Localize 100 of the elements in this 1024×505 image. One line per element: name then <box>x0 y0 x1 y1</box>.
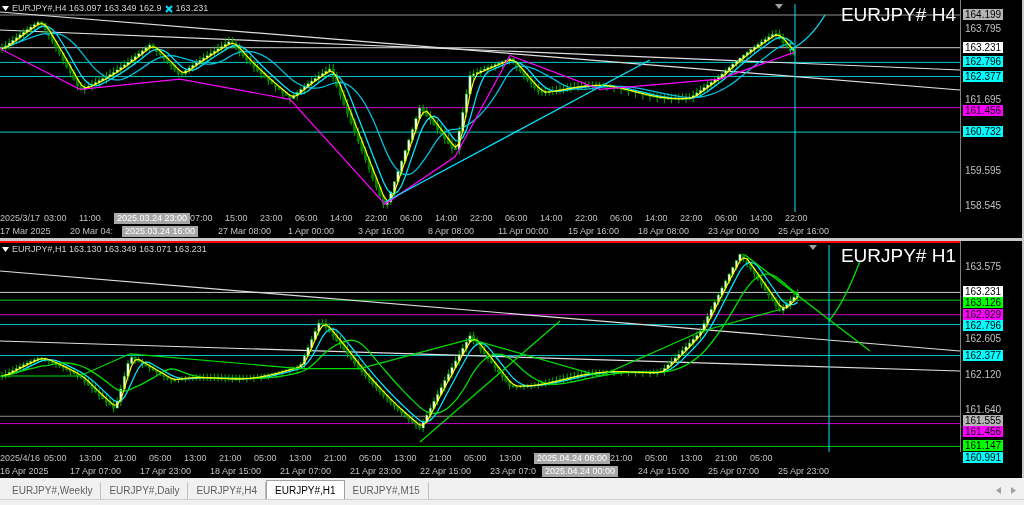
price-label: 162.605 <box>965 332 1002 344</box>
time-label: 25 Apr 16:00 <box>778 226 831 237</box>
time-label: 3 Apr 16:00 <box>358 226 406 237</box>
time-label: 22:00 <box>575 213 599 224</box>
time-label: 21 Apr 07:00 <box>280 466 333 477</box>
symbol-label: EURJPY# H1 <box>840 245 956 267</box>
time-label: 13:00 <box>680 453 704 464</box>
time-label: 17 Mar 2025 <box>0 226 52 237</box>
time-label: 21:00 <box>114 453 138 464</box>
time-label: 22:00 <box>470 213 494 224</box>
price-label: 163.575 <box>965 261 1002 272</box>
time-label: 21 Apr 23:00 <box>350 466 403 477</box>
time-label: 2025/3/17 <box>0 213 42 224</box>
price-tag: 160.732 <box>963 126 1004 138</box>
time-label: 21:00 <box>429 453 453 464</box>
time-label: 05:00 <box>750 453 774 464</box>
chart-header-close: 163.231 <box>175 2 209 15</box>
time-label: 06:00 <box>400 213 424 224</box>
time-label: 05:00 <box>254 453 278 464</box>
time-label: 18 Apr 08:00 <box>638 226 691 237</box>
time-label: 8 Apr 08:00 <box>428 226 476 237</box>
time-label: 13:00 <box>289 453 313 464</box>
time-label: 14:00 <box>435 213 459 224</box>
time-label: 05:00 <box>645 453 669 464</box>
price-label: 161.695 <box>965 93 1002 105</box>
time-label: 05:00 <box>464 453 488 464</box>
time-label: 11:00 <box>79 213 102 224</box>
price-tag: 162.796 <box>963 319 1004 331</box>
price-tag: 161.555 <box>963 415 1004 426</box>
time-label: 25 Apr 23:00 <box>778 466 831 477</box>
price-tag: 164.199 <box>963 9 1004 20</box>
time-label: 05:00 <box>149 453 173 464</box>
time-label: 06:00 <box>295 213 319 224</box>
price-tag: 161.147 <box>963 440 1004 452</box>
price-tag: 161.456 <box>963 426 1004 437</box>
time-label: 22:00 <box>785 213 809 224</box>
time-label: 16 Apr 2025 <box>0 466 50 477</box>
price-tag: 162.377 <box>963 70 1004 82</box>
time-label: 06:00 <box>715 213 739 224</box>
shift-marker-icon <box>775 4 783 9</box>
time-label: 11 Apr 00:00 <box>498 226 550 237</box>
marker-icon <box>164 4 173 13</box>
symbol-label: EURJPY# H4 <box>840 4 956 26</box>
cursor-time-label: 2025.04.24 06:00 <box>534 453 610 464</box>
price-tag: 163.126 <box>963 297 1004 309</box>
price-label: 159.595 <box>965 164 1002 176</box>
time-label: 14:00 <box>540 213 564 224</box>
price-tag: 163.231 <box>963 41 1004 53</box>
time-label: 05:00 <box>359 453 383 464</box>
dropdown-triangle-icon[interactable] <box>2 247 9 253</box>
price-label: 163.795 <box>965 22 1002 34</box>
time-label: 14:00 <box>750 213 774 224</box>
chart-header: EURJPY#,H1 163.130 163.349 163.071 163.231 <box>12 243 207 256</box>
time-label: 27 Mar 08:00 <box>218 226 273 237</box>
time-label: 21:00 <box>324 453 348 464</box>
time-label: 17 Apr 23:00 <box>140 466 193 477</box>
price-tag: 161.456 <box>963 104 1004 116</box>
time-label: 15:00 <box>225 213 249 224</box>
price-tag: 163.231 <box>963 286 1004 298</box>
chart-header: EURJPY#,H4 163.097 163.349 162.9 <box>12 2 162 15</box>
time-label: 20 Mar 04: <box>70 226 115 237</box>
price-tag: 162.929 <box>963 308 1004 320</box>
time-label: 06:00 <box>505 213 529 224</box>
time-label: 14:00 <box>330 213 354 224</box>
price-label: 161.640 <box>965 404 1002 415</box>
time-label: 13:00 <box>394 453 418 464</box>
time-label: 25 Apr 07:00 <box>708 466 761 477</box>
chart-tab[interactable]: EURJPY#,H1 <box>266 480 345 499</box>
cursor-time-label: 2025.03.24 23:00 <box>114 213 190 224</box>
time-label: 13:00 <box>184 453 208 464</box>
time-label: 14:00 <box>645 213 669 224</box>
price-tag: 162.377 <box>963 349 1004 361</box>
price-tag: 160.991 <box>963 451 1004 463</box>
price-label: 162.120 <box>965 368 1002 380</box>
projection-line <box>789 14 826 51</box>
time-label: 07:00 <box>190 213 214 224</box>
time-label: 03:00 <box>44 213 68 224</box>
time-label: 22:00 <box>680 213 704 224</box>
cursor-time-label: 2025.04.24 00:00 <box>542 466 618 477</box>
time-label: 18 Apr 15:00 <box>210 466 263 477</box>
time-label: 15 Apr 16:00 <box>568 226 621 237</box>
dropdown-triangle-icon[interactable] <box>2 6 9 12</box>
time-label: 22 Apr 15:00 <box>420 466 473 477</box>
time-label: 13:00 <box>79 453 103 464</box>
time-label: 13:00 <box>499 453 523 464</box>
time-label: 23:00 <box>260 213 284 224</box>
time-label: 1 Apr 00:00 <box>288 226 336 237</box>
cursor-time-label: 2025.03.24 16:00 <box>122 226 198 237</box>
time-label: 06:00 <box>610 213 634 224</box>
time-label: 17 Apr 07:00 <box>70 466 123 477</box>
price-label: 158.545 <box>965 200 1002 211</box>
price-tag: 162.796 <box>963 56 1004 68</box>
time-label: 21:00 <box>715 453 739 464</box>
time-label: 2025/4/16 <box>0 453 42 464</box>
time-label: 21:00 <box>219 453 243 464</box>
shift-marker-icon <box>809 245 817 250</box>
time-label: 23 Apr 00:00 <box>708 226 761 237</box>
time-label: 05:00 <box>44 453 68 464</box>
time-label: 21:00 <box>610 453 634 464</box>
time-label: 24 Apr 15:00 <box>638 466 691 477</box>
